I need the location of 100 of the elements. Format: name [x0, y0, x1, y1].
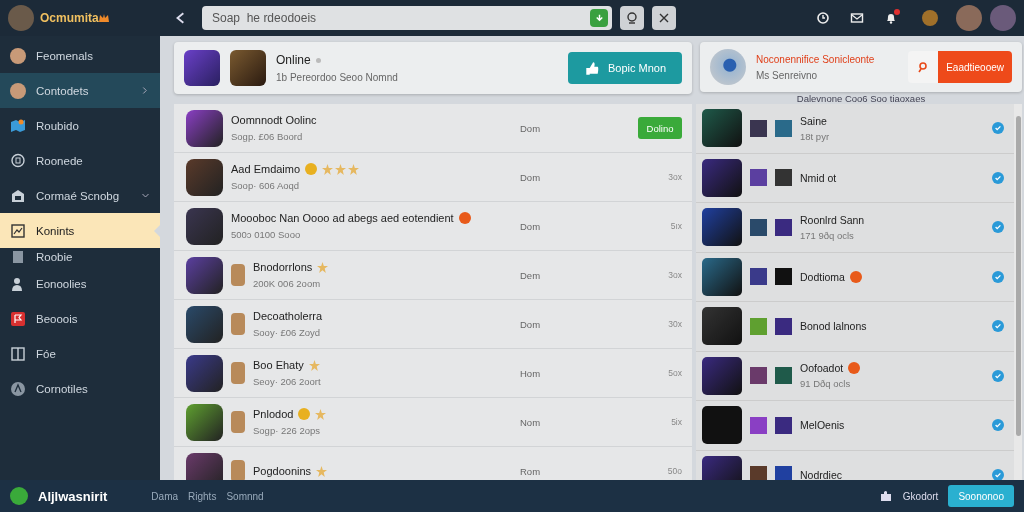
game-meta: Seoy· 206 2oort — [253, 376, 322, 387]
avatar-icon — [710, 49, 746, 85]
game-icon — [186, 207, 223, 245]
character-icon — [231, 264, 245, 286]
game-meta: Sogp· 226 2ops — [253, 425, 322, 436]
smiley-icon — [298, 408, 311, 420]
promo-subtitle: Ms Senreivno — [756, 69, 819, 81]
friend-row[interactable]: Bonod lalnons — [696, 302, 1014, 352]
thumbnail-icon — [775, 218, 792, 236]
game-icon — [186, 452, 223, 480]
game-icon — [186, 158, 223, 196]
check-icon[interactable] — [992, 468, 1004, 480]
sidebar-item[interactable]: Contodets — [0, 73, 160, 108]
game-icon — [702, 356, 742, 395]
check-icon[interactable] — [992, 270, 1004, 283]
game-title: Moooboc Nan Oooo ad abegs aed eotendient — [231, 212, 454, 224]
friend-row[interactable]: Oofoadot 91 Dðq ocls — [696, 351, 1014, 401]
game-icon — [186, 354, 223, 392]
check-icon[interactable] — [992, 221, 1004, 234]
check-icon[interactable] — [992, 419, 1004, 432]
game-icon — [230, 50, 266, 86]
smiley-icon — [305, 163, 318, 175]
footer-link[interactable]: Rights — [188, 490, 217, 502]
character-icon — [231, 362, 245, 384]
player-count: 50o — [666, 466, 682, 476]
status-subtitle: 1b Pereordoo Seoo Nomnd — [276, 72, 399, 83]
game-status: Dom — [520, 220, 542, 232]
friend-row[interactable]: Nmid ot — [696, 153, 1014, 203]
search-icon — [625, 11, 639, 25]
game-row[interactable]: Oomnnodt Oolinc Sogp. £06 Boord Dom Dolino — [174, 104, 692, 153]
avatar-icon[interactable] — [8, 5, 34, 31]
friend-name: Nmid ot — [800, 171, 837, 184]
friend-row[interactable]: Saine 18t pyr — [696, 104, 1014, 154]
search-button[interactable] — [620, 6, 644, 30]
friend-row[interactable]: MelOenis — [696, 401, 1014, 451]
promo-button[interactable]: Eaadtieooew — [908, 51, 1012, 83]
game-icon — [702, 257, 742, 296]
sidebar-item[interactable]: Konints — [0, 213, 160, 248]
status-title: Online — [276, 53, 311, 67]
game-meta: 500ɔ 0100 Sooo — [231, 229, 302, 240]
download-button[interactable] — [590, 9, 608, 27]
game-icon — [186, 256, 223, 294]
game-row[interactable]: Decoatholerra Sooy· £06 Zoyd Dom 30x — [174, 300, 692, 349]
friend-row[interactable]: Roonlrd Sann 171 9ðq ocls — [696, 203, 1014, 253]
game-row[interactable]: Bnodorrlons 200K 006 2oom Dem 3ox — [174, 251, 692, 300]
game-status: Hom — [520, 367, 542, 379]
promo-title: Noconennifice Sonicleonte — [756, 53, 876, 65]
game-icon — [702, 208, 742, 247]
scrollbar[interactable] — [1014, 104, 1022, 480]
game-icon — [186, 305, 223, 343]
mail-icon[interactable] — [850, 11, 864, 25]
avatar-icon — [10, 82, 26, 99]
avatar-icon[interactable] — [956, 5, 982, 31]
emoji-icon — [458, 212, 471, 224]
footer-link[interactable]: Dama — [151, 490, 179, 502]
game-row[interactable]: Pnlodod Sogp· 226 2ops Nom 5ix — [174, 398, 692, 447]
check-icon[interactable] — [992, 320, 1004, 333]
emoji-icon — [849, 270, 862, 283]
clock-icon[interactable] — [816, 11, 830, 25]
sidebar-item[interactable]: Fóe — [0, 336, 160, 371]
game-icon — [702, 109, 742, 148]
coin-icon[interactable] — [922, 10, 938, 26]
close-button[interactable] — [652, 6, 676, 30]
game-title: Pnlodod — [253, 408, 294, 420]
sidebar-item[interactable]: Cormaé Scnobg — [0, 178, 160, 213]
game-icon — [184, 50, 220, 86]
sidebar-item[interactable]: Cornotiles — [0, 371, 160, 406]
sidebar-item[interactable]: Beooois — [0, 301, 160, 336]
close-icon — [657, 11, 671, 25]
sidebar-item[interactable]: Roobie — [0, 248, 160, 266]
selection-pointer — [154, 225, 160, 237]
thumbnail-icon — [750, 466, 767, 480]
bell-icon[interactable] — [884, 11, 898, 25]
avatar-icon[interactable] — [990, 5, 1016, 31]
player-count: 5ix — [670, 417, 682, 427]
game-row[interactable]: Moooboc Nan Oooo ad abegs aed eotendient 500ɔ 0100 Sooo Dom 5ıx — [174, 202, 692, 251]
chat-icon — [10, 152, 26, 169]
footer-link[interactable]: Somnnd — [226, 490, 264, 502]
sidebar-item[interactable]: Roubido — [0, 108, 160, 143]
sidebar-item[interactable]: Eonoolies — [0, 266, 160, 301]
thumbnail-icon — [750, 218, 767, 236]
sidebar-item[interactable]: Feomenals — [0, 38, 160, 73]
thumbnail-icon — [775, 169, 792, 187]
thumbnail-icon — [750, 268, 767, 286]
search-field[interactable]: Soap he rdeodoeis — [202, 6, 612, 30]
friend-name: Saine — [800, 114, 827, 127]
friend-row[interactable]: Dodtioma — [696, 252, 1014, 302]
game-row[interactable]: Aad Emdaimo Soop· 606 Aoqd Dom 3ox — [174, 153, 692, 202]
check-icon[interactable] — [992, 369, 1004, 382]
settings-label: Gkodort — [902, 490, 939, 502]
book-icon — [10, 345, 26, 362]
map-icon — [10, 117, 26, 134]
game-row[interactable]: Boo Ehaty Seoy· 206 2oort Hom 5ox — [174, 349, 692, 398]
check-icon[interactable] — [992, 122, 1004, 135]
logo-icon — [10, 487, 28, 505]
star-icon — [335, 163, 347, 175]
avatar-icon — [10, 47, 26, 64]
thumbnail-icon — [750, 317, 767, 335]
sidebar-item[interactable]: Roonede — [0, 143, 160, 178]
check-icon[interactable] — [992, 171, 1004, 184]
